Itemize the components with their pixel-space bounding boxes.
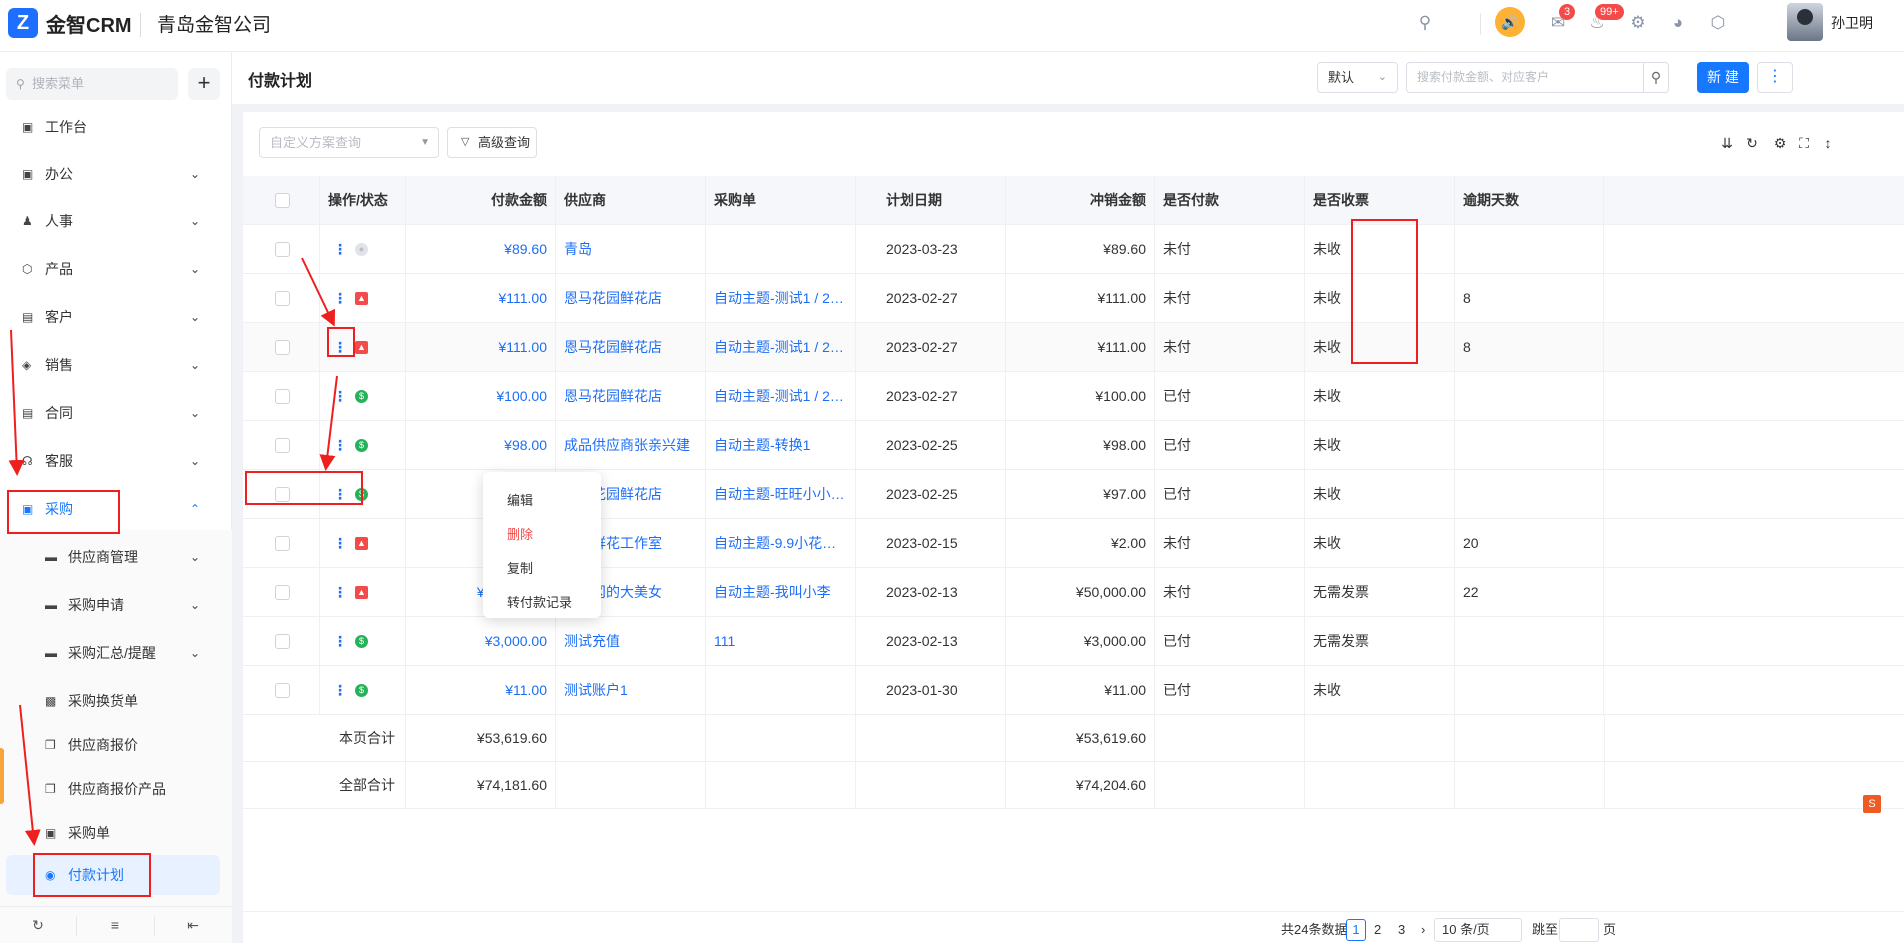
arrow-to-menu-item [319,375,338,471]
arrow-to-purchase [8,329,25,476]
annotation-arrows [8,257,338,846]
arrow-to-payment-plan [19,704,41,846]
app-root: Z 金智CRM 青岛金智公司 ⚲ 🔊 ✉ 3 ♨ 99+ ⚙ ◕ ⬡ 孙卫明 ⚲… [0,0,1904,943]
arrow-to-row-action [301,257,336,327]
